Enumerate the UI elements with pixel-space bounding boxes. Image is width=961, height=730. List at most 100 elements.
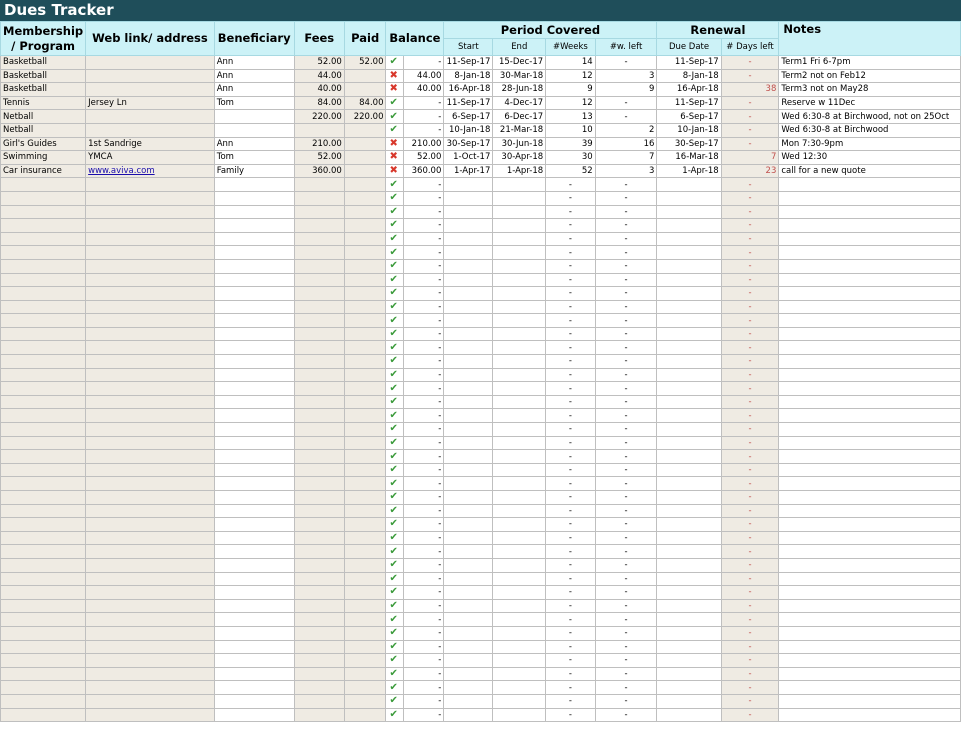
cell-fees[interactable] — [293, 204, 345, 220]
cell-end[interactable] — [492, 326, 547, 342]
cell-notes[interactable] — [778, 435, 961, 451]
cell-web[interactable] — [85, 394, 215, 410]
cell-balance[interactable]: - — [403, 422, 445, 437]
cell-due-date[interactable] — [656, 639, 722, 655]
cell-start[interactable]: 1-Apr-17 — [443, 163, 494, 179]
cell-due-date[interactable] — [656, 258, 722, 274]
cell-weeks-left[interactable]: - — [594, 218, 658, 233]
cell-status[interactable]: ✔ — [385, 490, 405, 505]
cell-weeks[interactable]: - — [545, 517, 596, 532]
cell-notes[interactable] — [778, 218, 961, 233]
cell-web[interactable] — [85, 258, 215, 274]
cell-days-left[interactable]: - — [720, 190, 780, 206]
cell-paid[interactable] — [343, 462, 387, 478]
cell-end[interactable]: 15-Dec-17 — [492, 55, 547, 70]
cell-balance[interactable]: - — [403, 585, 445, 600]
cell-paid[interactable] — [343, 381, 387, 396]
cell-beneficiary[interactable]: Tom — [213, 95, 295, 111]
cell-notes[interactable] — [778, 258, 961, 274]
cell-paid[interactable] — [343, 258, 387, 274]
cell-beneficiary[interactable] — [213, 313, 295, 328]
cell-weeks-left[interactable]: - — [594, 204, 658, 220]
cell-weeks-left[interactable]: - — [594, 693, 658, 709]
cell-beneficiary[interactable] — [213, 394, 295, 410]
cell-weeks[interactable]: - — [545, 177, 596, 192]
cell-due-date[interactable] — [656, 666, 722, 682]
cell-paid[interactable] — [343, 367, 387, 383]
cell-program[interactable] — [0, 326, 87, 342]
cell-start[interactable] — [443, 530, 494, 546]
cell-balance[interactable]: - — [403, 653, 445, 668]
cell-end[interactable] — [492, 258, 547, 274]
cell-program[interactable] — [0, 680, 87, 695]
cell-balance[interactable]: - — [403, 490, 445, 505]
cell-weeks-left[interactable]: 3 — [594, 68, 658, 84]
cell-beneficiary[interactable] — [213, 693, 295, 709]
cell-program[interactable] — [0, 354, 87, 369]
cell-start[interactable] — [443, 544, 494, 559]
cell-weeks-left[interactable]: - — [594, 517, 658, 532]
cell-start[interactable] — [443, 435, 494, 451]
cell-weeks[interactable]: - — [545, 639, 596, 655]
cell-start[interactable]: 30-Sep-17 — [443, 136, 494, 152]
cell-due-date[interactable] — [656, 177, 722, 192]
cell-notes[interactable] — [778, 530, 961, 546]
cell-web[interactable]: Jersey Ln — [85, 95, 215, 111]
cell-notes[interactable] — [778, 340, 961, 356]
cell-balance[interactable]: - — [403, 680, 445, 695]
cell-paid[interactable] — [343, 612, 387, 627]
cell-notes[interactable] — [778, 204, 961, 220]
cell-weeks[interactable]: 13 — [545, 109, 596, 124]
cell-fees[interactable] — [293, 422, 345, 437]
cell-end[interactable] — [492, 666, 547, 682]
cell-balance[interactable]: - — [403, 476, 445, 491]
cell-web[interactable] — [85, 381, 215, 396]
cell-days-left[interactable]: - — [720, 381, 780, 396]
cell-paid[interactable] — [343, 272, 387, 288]
cell-balance[interactable]: - — [403, 299, 445, 315]
cell-web[interactable] — [85, 82, 215, 97]
cell-beneficiary[interactable] — [213, 707, 295, 723]
cell-beneficiary[interactable] — [213, 557, 295, 573]
cell-weeks-left[interactable]: - — [594, 95, 658, 111]
cell-fees[interactable] — [293, 530, 345, 546]
cell-web[interactable] — [85, 204, 215, 220]
cell-status[interactable]: ✔ — [385, 639, 405, 655]
cell-weeks-left[interactable]: - — [594, 109, 658, 124]
cell-beneficiary[interactable] — [213, 666, 295, 682]
cell-beneficiary[interactable] — [213, 122, 295, 138]
cell-web[interactable] — [85, 666, 215, 682]
cell-start[interactable] — [443, 462, 494, 478]
cell-fees[interactable]: 44.00 — [293, 68, 345, 84]
cell-program[interactable] — [0, 449, 87, 464]
cell-balance[interactable]: - — [403, 666, 445, 682]
cell-start[interactable]: 11-Sep-17 — [443, 95, 494, 111]
cell-program[interactable] — [0, 218, 87, 233]
col-renewal[interactable]: Renewal — [656, 21, 780, 39]
cell-weeks-left[interactable]: - — [594, 422, 658, 437]
cell-weeks-left[interactable]: - — [594, 313, 658, 328]
cell-web[interactable] — [85, 190, 215, 206]
cell-notes[interactable] — [778, 557, 961, 573]
cell-paid[interactable] — [343, 354, 387, 369]
cell-end[interactable] — [492, 408, 547, 424]
cell-weeks[interactable]: - — [545, 449, 596, 464]
cell-fees[interactable]: 84.00 — [293, 95, 345, 111]
cell-balance[interactable]: - — [403, 503, 445, 519]
cell-status[interactable]: ✔ — [385, 598, 405, 614]
cell-weeks-left[interactable]: - — [594, 367, 658, 383]
cell-weeks-left[interactable]: - — [594, 612, 658, 627]
cell-status[interactable]: ✔ — [385, 394, 405, 410]
cell-program[interactable] — [0, 707, 87, 723]
cell-balance[interactable]: - — [403, 258, 445, 274]
cell-due-date[interactable] — [656, 680, 722, 695]
cell-beneficiary[interactable] — [213, 381, 295, 396]
cell-due-date[interactable] — [656, 707, 722, 723]
cell-weeks[interactable]: - — [545, 299, 596, 315]
cell-notes[interactable] — [778, 693, 961, 709]
cell-program[interactable] — [0, 299, 87, 315]
cell-end[interactable] — [492, 462, 547, 478]
cell-status[interactable]: ✔ — [385, 245, 405, 260]
col-notes[interactable]: Notes — [778, 21, 961, 56]
cell-end[interactable] — [492, 490, 547, 505]
